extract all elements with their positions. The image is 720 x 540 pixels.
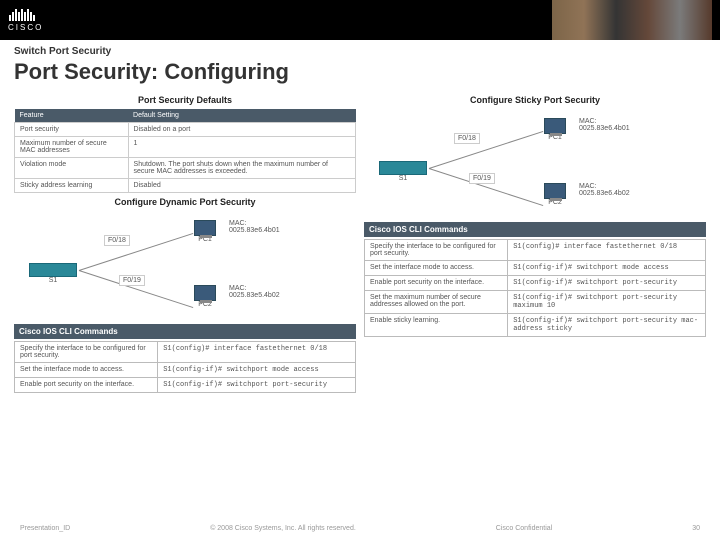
table-row: Set the interface mode to access.S1(conf… — [365, 261, 706, 276]
banner-image — [552, 0, 712, 40]
pc-icon — [194, 220, 216, 236]
breadcrumb: Switch Port Security — [0, 40, 720, 57]
table-row: Set the maximum number of secure address… — [365, 291, 706, 314]
table-row: Port securityDisabled on a port — [15, 123, 356, 137]
table-row: Set the interface mode to access.S1(conf… — [15, 363, 356, 378]
pc-icon — [544, 183, 566, 199]
footer-mid: © 2008 Cisco Systems, Inc. All rights re… — [210, 525, 356, 532]
table-row: Maximum number of secure MAC addresses1 — [15, 137, 356, 158]
footer-right: Cisco Confidential — [496, 525, 552, 532]
cli-title: Cisco IOS CLI Commands — [364, 222, 706, 237]
defaults-table: FeatureDefault Setting Port securityDisa… — [14, 109, 356, 193]
defaults-title: Port Security Defaults — [14, 91, 356, 109]
dynamic-cli-table: Specify the interface to be configured f… — [14, 341, 356, 393]
pc-icon — [194, 285, 216, 301]
dynamic-title: Configure Dynamic Port Security — [14, 193, 356, 211]
table-row: Enable sticky learning.S1(config-if)# sw… — [365, 314, 706, 337]
sticky-title: Configure Sticky Port Security — [364, 91, 706, 109]
footer-left: Presentation_ID — [20, 525, 70, 532]
table-row: Sticky address learningDisabled — [15, 179, 356, 193]
page-title: Port Security: Configuring — [0, 57, 720, 91]
table-row: Specify the interface to be configured f… — [365, 240, 706, 261]
cli-title: Cisco IOS CLI Commands — [14, 324, 356, 339]
table-row: Violation modeShutdown. The port shuts d… — [15, 158, 356, 179]
table-row: Specify the interface to be configured f… — [15, 342, 356, 363]
sticky-topology: S1 F0/18 F0/19 PC1 MAC: 0025.83e6.4b01 P… — [364, 113, 706, 218]
pc-icon — [544, 118, 566, 134]
dynamic-topology: S1 F0/18 F0/19 PC1 MAC: 0025.83e6.4b01 P… — [14, 215, 356, 320]
sticky-cli-table: Specify the interface to be configured f… — [364, 239, 706, 337]
switch-icon — [29, 263, 77, 277]
switch-icon — [379, 161, 427, 175]
table-row: Enable port security on the interface.S1… — [15, 378, 356, 393]
cisco-logo: CISCO — [8, 9, 43, 32]
top-bar: CISCO — [0, 0, 720, 40]
table-row: Enable port security on the interface.S1… — [365, 276, 706, 291]
page-number: 30 — [692, 525, 700, 532]
footer: Presentation_ID © 2008 Cisco Systems, In… — [0, 525, 720, 532]
